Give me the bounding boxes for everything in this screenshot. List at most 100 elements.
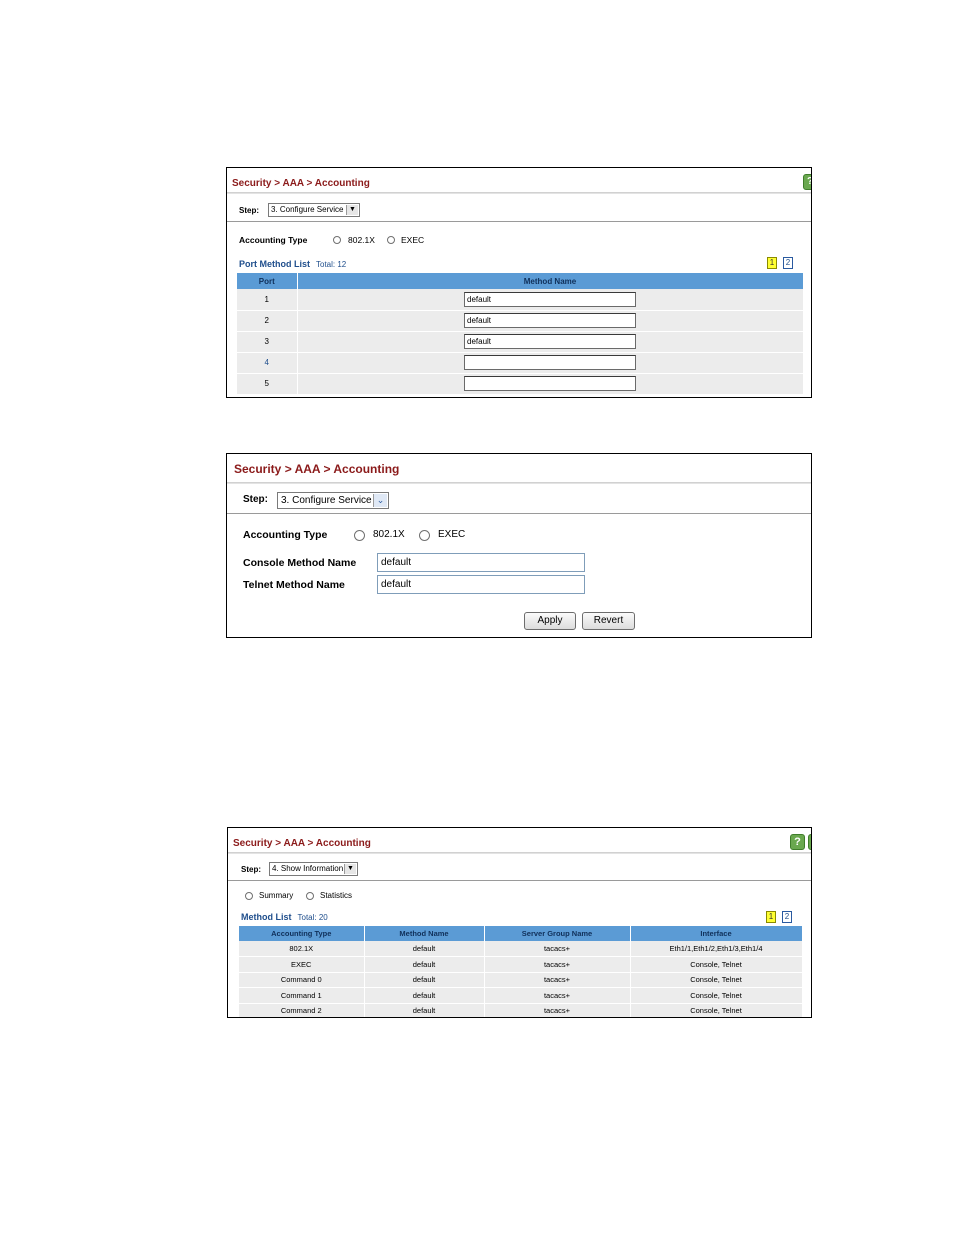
radio-summary[interactable]	[245, 892, 253, 900]
col-port: Port	[237, 273, 298, 289]
step-select-value: 3. Configure Service	[271, 205, 344, 214]
radio-statistics-label: Statistics	[320, 891, 353, 900]
method-name-input[interactable]: default	[464, 313, 636, 328]
col-method-name: Method Name	[364, 926, 485, 941]
step-divider	[227, 221, 811, 222]
method-name-input[interactable]: default	[464, 334, 636, 349]
table-row: 5	[237, 373, 804, 395]
help-icon	[808, 834, 811, 850]
accounting-type-label: Accounting Type	[243, 529, 328, 541]
accounting-panel-show-information: Security > AAA > Accounting ? Step: 4. S…	[227, 827, 812, 1018]
breadcrumb: Security > AAA > Accounting	[234, 462, 400, 476]
accounting-type-cell: Command 0	[239, 972, 365, 988]
step-select-value: 3. Configure Service	[281, 495, 372, 506]
interface-cell: Console, Telnet	[630, 987, 803, 1004]
help-icon[interactable]: ?	[790, 834, 805, 850]
accounting-type-label: Accounting Type	[239, 235, 308, 245]
method-name-input[interactable]	[464, 376, 636, 391]
list-total: Total: 20	[297, 913, 328, 922]
radio-exec-label: EXEC	[401, 235, 425, 245]
server-group-cell: tacacs+	[484, 956, 631, 973]
help-icon[interactable]: ?	[803, 174, 811, 190]
method-cell: default	[297, 289, 804, 311]
list-title-text: Method List	[241, 912, 292, 922]
method-name-cell: default	[364, 1003, 485, 1017]
interface-cell: Console, Telnet	[630, 972, 803, 988]
server-group-cell: tacacs+	[484, 972, 631, 988]
step-divider	[227, 513, 811, 514]
table-row: 3 default	[237, 331, 804, 353]
step-select[interactable]: 3. Configure Service ▼	[268, 203, 360, 217]
page-1-link[interactable]: 1	[767, 257, 777, 269]
page-2-link[interactable]: 2	[782, 911, 792, 923]
accounting-panel-exec: Security > AAA > Accounting Step: 3. Con…	[226, 453, 812, 638]
chevron-down-icon: ▼	[346, 205, 358, 215]
method-list-title: Method List Total: 20	[241, 912, 328, 922]
method-cell	[297, 352, 804, 374]
radio-8021x-label: 802.1X	[348, 235, 375, 245]
header-divider	[228, 852, 811, 854]
table-row: EXEC default tacacs+ Console, Telnet	[239, 956, 803, 973]
port-cell: 5	[237, 373, 298, 395]
telnet-method-name-input[interactable]: default	[377, 575, 585, 594]
list-title-text: Port Method List	[239, 259, 310, 269]
col-interface: Interface	[630, 926, 803, 941]
col-accounting-type: Accounting Type	[239, 926, 365, 941]
method-name-input[interactable]	[464, 355, 636, 370]
header-divider	[227, 482, 811, 484]
method-name-cell: default	[364, 987, 485, 1004]
table-row: Command 2 default tacacs+ Console, Telne…	[239, 1003, 803, 1017]
method-cell: default	[297, 310, 804, 332]
apply-button[interactable]: Apply	[524, 612, 576, 630]
console-method-name-input[interactable]: default	[377, 553, 585, 572]
step-label: Step:	[239, 206, 259, 215]
radio-exec[interactable]	[419, 530, 430, 541]
port-cell: 1	[237, 289, 298, 311]
radio-8021x-label: 802.1X	[373, 529, 405, 540]
method-list-table: Accounting Type Method Name Server Group…	[239, 926, 803, 1017]
accounting-type-cell: EXEC	[239, 956, 365, 973]
radio-exec-label: EXEC	[438, 529, 466, 540]
method-cell	[297, 373, 804, 395]
port-method-table: Port Method Name 1 default 2 default 3 d…	[237, 273, 804, 395]
step-divider	[228, 880, 811, 881]
interface-cell: Console, Telnet	[630, 956, 803, 973]
chevron-down-icon: ▼	[344, 864, 356, 874]
accounting-panel-8021x: Security > AAA > Accounting ? Step: 3. C…	[226, 167, 812, 398]
server-group-cell: tacacs+	[484, 1003, 631, 1017]
breadcrumb: Security > AAA > Accounting	[232, 178, 370, 189]
radio-8021x[interactable]: .p1r::after{}	[333, 236, 341, 244]
interface-cell: Eth1/1,Eth1/2,Eth1/3,Eth1/4	[630, 941, 803, 957]
list-total: Total: 12	[316, 260, 347, 269]
radio-8021x[interactable]	[354, 530, 365, 541]
step-select[interactable]: 3. Configure Service ⌄	[277, 492, 389, 509]
table-row: Command 1 default tacacs+ Console, Telne…	[239, 987, 803, 1004]
port-cell: 2	[237, 310, 298, 332]
step-select[interactable]: 4. Show Information ▼	[269, 862, 358, 876]
table-row: Command 0 default tacacs+ Console, Telne…	[239, 972, 803, 988]
col-server-group-name: Server Group Name	[484, 926, 631, 941]
header-divider	[227, 192, 811, 194]
page-1-link[interactable]: 1	[766, 911, 776, 923]
radio-exec[interactable]	[387, 236, 395, 244]
method-cell: default	[297, 331, 804, 353]
step-label: Step:	[241, 865, 261, 874]
accounting-type-cell: Command 2	[239, 1003, 365, 1017]
page-2-link[interactable]: 2	[783, 257, 793, 269]
radio-summary-label: Summary	[259, 891, 294, 900]
table-row: 4	[237, 352, 804, 374]
port-cell: 4	[237, 352, 298, 374]
revert-button[interactable]: Revert	[582, 612, 635, 630]
port-method-list-title: Port Method List Total: 12	[239, 259, 346, 269]
table-header-row: Port Method Name	[237, 273, 804, 289]
table-header-row: Accounting Type Method Name Server Group…	[239, 926, 803, 941]
server-group-cell: tacacs+	[484, 941, 631, 957]
radio-statistics[interactable]	[306, 892, 314, 900]
accounting-type-cell: 802.1X	[239, 941, 365, 957]
console-method-name-label: Console Method Name	[243, 557, 357, 569]
breadcrumb: Security > AAA > Accounting	[233, 838, 371, 849]
telnet-method-name-label: Telnet Method Name	[243, 579, 345, 591]
col-method-name: Method Name	[297, 273, 804, 289]
method-name-input[interactable]: default	[464, 291, 636, 307]
interface-cell: Console, Telnet	[630, 1003, 803, 1017]
